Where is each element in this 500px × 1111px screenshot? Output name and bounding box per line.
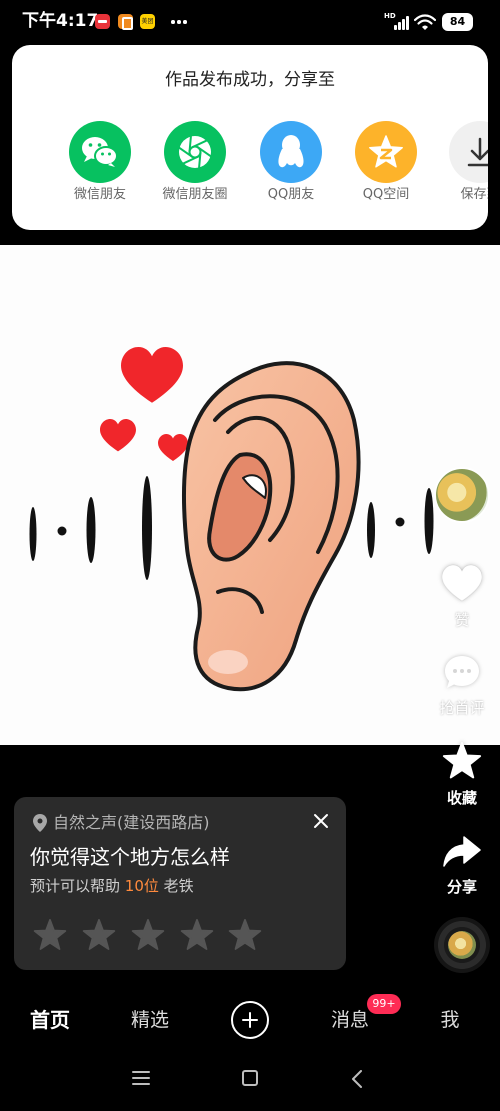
help-suffix: 老铁 xyxy=(163,877,194,895)
music-disc-icon[interactable] xyxy=(434,917,490,973)
battery-indicator: 84 xyxy=(442,13,473,31)
video-player[interactable] xyxy=(0,245,500,745)
nav-home[interactable]: 首页 xyxy=(15,1006,85,1034)
star-icon[interactable] xyxy=(442,742,482,782)
poi-rating-card: 自然之声(建设西路店) 你觉得这个地方怎么样 预计可以帮助 10位 老铁 xyxy=(14,797,346,970)
share-arrow-icon[interactable] xyxy=(442,831,482,871)
comment-icon[interactable] xyxy=(442,652,482,692)
poi-help-text: 预计可以帮助 10位 老铁 xyxy=(30,876,194,896)
share-target-qq[interactable]: QQ朋友 xyxy=(246,121,336,203)
rating-star[interactable] xyxy=(131,919,165,953)
qq-icon[interactable] xyxy=(260,121,322,183)
heart-large xyxy=(121,347,183,403)
help-count: 10位 xyxy=(124,877,159,895)
share-panel-title: 作品发布成功，分享至 xyxy=(165,70,335,90)
creator-avatar[interactable] xyxy=(434,467,490,523)
wifi-icon xyxy=(414,14,436,30)
back-icon[interactable] xyxy=(351,1070,363,1088)
meituan-icon: 美团 xyxy=(140,14,155,29)
share-panel: 作品发布成功，分享至 微信朋友 微信朋友圈 QQ朋友 QQ空间 保存 xyxy=(12,45,488,230)
help-prefix: 预计可以帮助 xyxy=(30,877,121,895)
rating-star[interactable] xyxy=(82,919,116,953)
qzone-icon[interactable] xyxy=(355,121,417,183)
rating-star[interactable] xyxy=(180,919,214,953)
red-app-icon xyxy=(95,14,110,29)
plus-icon[interactable] xyxy=(231,1001,269,1039)
music-cover xyxy=(448,931,476,959)
share-target-label: 微信朋友 xyxy=(73,187,126,202)
ear-illustration xyxy=(181,361,361,692)
wechat-moments-icon[interactable] xyxy=(164,121,226,183)
wechat-icon[interactable] xyxy=(69,121,131,183)
home-icon[interactable] xyxy=(242,1070,258,1086)
like-label: 赞 xyxy=(454,611,470,629)
share-target-save[interactable]: 保存到 xyxy=(435,121,488,203)
favorite-label: 收藏 xyxy=(446,789,477,807)
rating-star[interactable] xyxy=(228,919,262,953)
more-notifications-icon xyxy=(171,20,187,24)
share-target-label: 保存到 xyxy=(460,187,488,202)
share-target-moments[interactable]: 微信朋友圈 xyxy=(150,121,240,203)
share-label: 分享 xyxy=(446,878,477,896)
nav-featured[interactable]: 精选 xyxy=(115,1006,185,1034)
menu-icon[interactable] xyxy=(132,1071,150,1085)
poi-question: 你觉得这个地方怎么样 xyxy=(30,845,230,869)
share-target-label: QQ朋友 xyxy=(267,187,315,202)
share-target-wechat[interactable]: 微信朋友 xyxy=(55,121,145,203)
heart-small xyxy=(100,419,136,452)
share-target-label: 微信朋友圈 xyxy=(162,187,228,202)
comment-label: 抢首评 xyxy=(439,699,485,717)
nav-me[interactable]: 我 xyxy=(415,1006,485,1034)
orange-app-icon xyxy=(118,14,133,30)
poi-location-link[interactable]: 自然之声(建设西路店) xyxy=(53,812,210,834)
location-pin-icon xyxy=(33,814,47,832)
rating-star[interactable] xyxy=(33,919,67,953)
video-frame xyxy=(29,347,434,692)
sound-wave-right xyxy=(367,488,434,558)
share-target-label: QQ空间 xyxy=(362,187,410,202)
download-icon[interactable] xyxy=(449,121,488,183)
signal-icon xyxy=(394,16,409,30)
sound-wave-left xyxy=(29,476,152,580)
messages-badge: 99+ xyxy=(367,994,401,1014)
heart-icon[interactable] xyxy=(442,563,482,603)
close-icon[interactable] xyxy=(313,813,329,829)
heart-tiny xyxy=(158,434,188,461)
share-target-qzone[interactable]: QQ空间 xyxy=(341,121,431,203)
status-time: 下午4:17 xyxy=(22,11,99,31)
